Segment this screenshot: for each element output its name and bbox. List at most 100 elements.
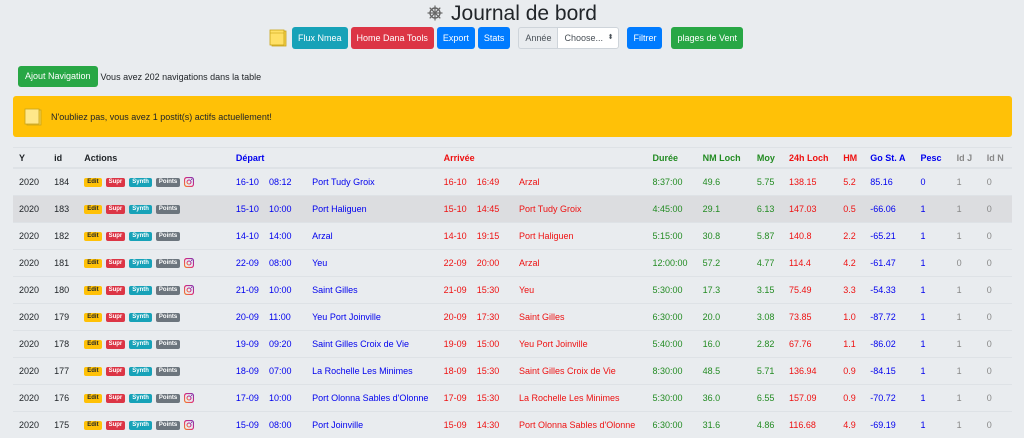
col-header-pesc: Pesc: [914, 148, 950, 169]
delete-button[interactable]: Supr: [106, 286, 126, 295]
points-button[interactable]: Points: [156, 205, 180, 214]
delete-button[interactable]: Supr: [106, 259, 126, 268]
cell-moy: 6.55: [751, 385, 783, 412]
cell-24h-loch: 114.4: [783, 250, 837, 277]
cell-year: 2020: [13, 385, 48, 412]
cell-depart-time: 09:20: [263, 331, 306, 358]
row-actions: Edit SuprSynth Points: [78, 304, 230, 331]
synth-button[interactable]: Synth: [129, 178, 152, 187]
points-button[interactable]: Points: [156, 313, 180, 322]
points-button[interactable]: Points: [156, 394, 180, 403]
plages-de-vent-button[interactable]: plages de Vent: [671, 27, 743, 49]
cell-year: 2020: [13, 223, 48, 250]
flux-nmea-button[interactable]: Flux Nmea: [292, 27, 348, 49]
instagram-icon[interactable]: [184, 177, 194, 187]
edit-button[interactable]: Edit: [84, 313, 101, 322]
cell-depart-time: 11:00: [263, 304, 306, 331]
synth-button[interactable]: Synth: [129, 394, 152, 403]
cell-arrivee-date: 17-09: [438, 385, 471, 412]
synth-button[interactable]: Synth: [129, 286, 152, 295]
cell-depart-time: 08:00: [263, 250, 306, 277]
cell-arrivee-date: 16-10: [438, 168, 471, 196]
delete-button[interactable]: Supr: [106, 340, 126, 349]
table-row: 2020178EditSuprSynthPoints19-0909:20Sain…: [13, 331, 1012, 358]
add-navigation-button[interactable]: Ajout Navigation: [18, 66, 98, 87]
delete-button[interactable]: Supr: [106, 313, 126, 322]
cell-id-n: 0: [981, 250, 1012, 277]
home-dana-tools-button[interactable]: Home Dana Tools: [351, 27, 434, 49]
row-actions: Edit SuprSynth Points: [78, 168, 230, 196]
instagram-icon[interactable]: [184, 420, 194, 430]
delete-button[interactable]: Supr: [106, 394, 126, 403]
points-button[interactable]: Points: [156, 286, 180, 295]
points-button[interactable]: Points: [156, 367, 180, 376]
postit-icon[interactable]: [268, 28, 288, 48]
edit-button[interactable]: Edit: [84, 421, 101, 430]
cell-duree: 5:40:00: [646, 331, 696, 358]
stats-button[interactable]: Stats: [478, 27, 511, 49]
cell-arrivee-place: Port Tudy Groix: [513, 196, 647, 223]
delete-button[interactable]: Supr: [106, 205, 126, 214]
cell-depart-time: 08:12: [263, 168, 306, 196]
edit-button[interactable]: Edit: [84, 340, 101, 349]
cell-arrivee-date: 18-09: [438, 358, 471, 385]
points-button[interactable]: Points: [156, 340, 180, 349]
cell-arrivee-date: 22-09: [438, 250, 471, 277]
synth-button[interactable]: Synth: [129, 205, 152, 214]
edit-button[interactable]: Edit: [84, 367, 101, 376]
filtrer-button[interactable]: Filtrer: [627, 27, 662, 49]
edit-button[interactable]: Edit: [84, 259, 101, 268]
cell-id: 181: [48, 250, 78, 277]
cell-id-n: 0: [981, 412, 1012, 438]
edit-button[interactable]: Edit: [84, 232, 101, 241]
edit-button[interactable]: Edit: [84, 286, 101, 295]
instagram-icon[interactable]: [184, 393, 194, 403]
instagram-icon[interactable]: [184, 285, 194, 295]
cell-nm-loch: 36.0: [697, 385, 751, 412]
cell-id-n: 0: [981, 277, 1012, 304]
points-button[interactable]: Points: [156, 259, 180, 268]
postit-alert: N'oubliez pas, vous avez 1 postit(s) act…: [13, 96, 1012, 137]
cell-arrivee-time: 20:00: [471, 250, 513, 277]
synth-button[interactable]: Synth: [129, 421, 152, 430]
synth-button[interactable]: Synth: [129, 367, 152, 376]
cell-depart-time: 08:00: [263, 412, 306, 438]
synth-button[interactable]: Synth: [129, 313, 152, 322]
edit-button[interactable]: Edit: [84, 205, 101, 214]
delete-button[interactable]: Supr: [106, 232, 126, 241]
cell-arrivee-place: Port Haliguen: [513, 223, 647, 250]
points-button[interactable]: Points: [156, 232, 180, 241]
col-header-duree: Durée: [646, 148, 696, 169]
cell-arrivee-date: 20-09: [438, 304, 471, 331]
edit-button[interactable]: Edit: [84, 178, 101, 187]
cell-pesc: 1: [914, 223, 950, 250]
cell-24h-loch: 73.85: [783, 304, 837, 331]
cell-moy: 3.15: [751, 277, 783, 304]
delete-button[interactable]: Supr: [106, 178, 126, 187]
points-button[interactable]: Points: [156, 421, 180, 430]
cell-arrivee-place: Yeu: [513, 277, 647, 304]
postit-icon: [23, 107, 43, 127]
export-button[interactable]: Export: [437, 27, 475, 49]
edit-button[interactable]: Edit: [84, 394, 101, 403]
col-header-hm: HM: [837, 148, 864, 169]
delete-button[interactable]: Supr: [106, 367, 126, 376]
cell-id-j: 1: [951, 385, 981, 412]
delete-button[interactable]: Supr: [106, 421, 126, 430]
synth-button[interactable]: Synth: [129, 232, 152, 241]
cell-go-st-a: -86.02: [864, 331, 914, 358]
cell-moy: 5.71: [751, 358, 783, 385]
instagram-icon[interactable]: [184, 258, 194, 268]
cell-duree: 8:37:00: [646, 168, 696, 196]
cell-nm-loch: 20.0: [697, 304, 751, 331]
row-actions: Edit SuprSynth Points: [78, 223, 230, 250]
synth-button[interactable]: Synth: [129, 340, 152, 349]
col-header-go-st-a: Go St. A: [864, 148, 914, 169]
table-row: 2020181EditSuprSynthPoints22-0908:00Yeu2…: [13, 250, 1012, 277]
points-button[interactable]: Points: [156, 178, 180, 187]
synth-button[interactable]: Synth: [129, 259, 152, 268]
cell-id-j: 0: [951, 250, 981, 277]
cell-arrivee-date: 14-10: [438, 223, 471, 250]
cell-depart-date: 14-10: [230, 223, 263, 250]
annee-select[interactable]: Choose... ⬍: [557, 27, 619, 49]
